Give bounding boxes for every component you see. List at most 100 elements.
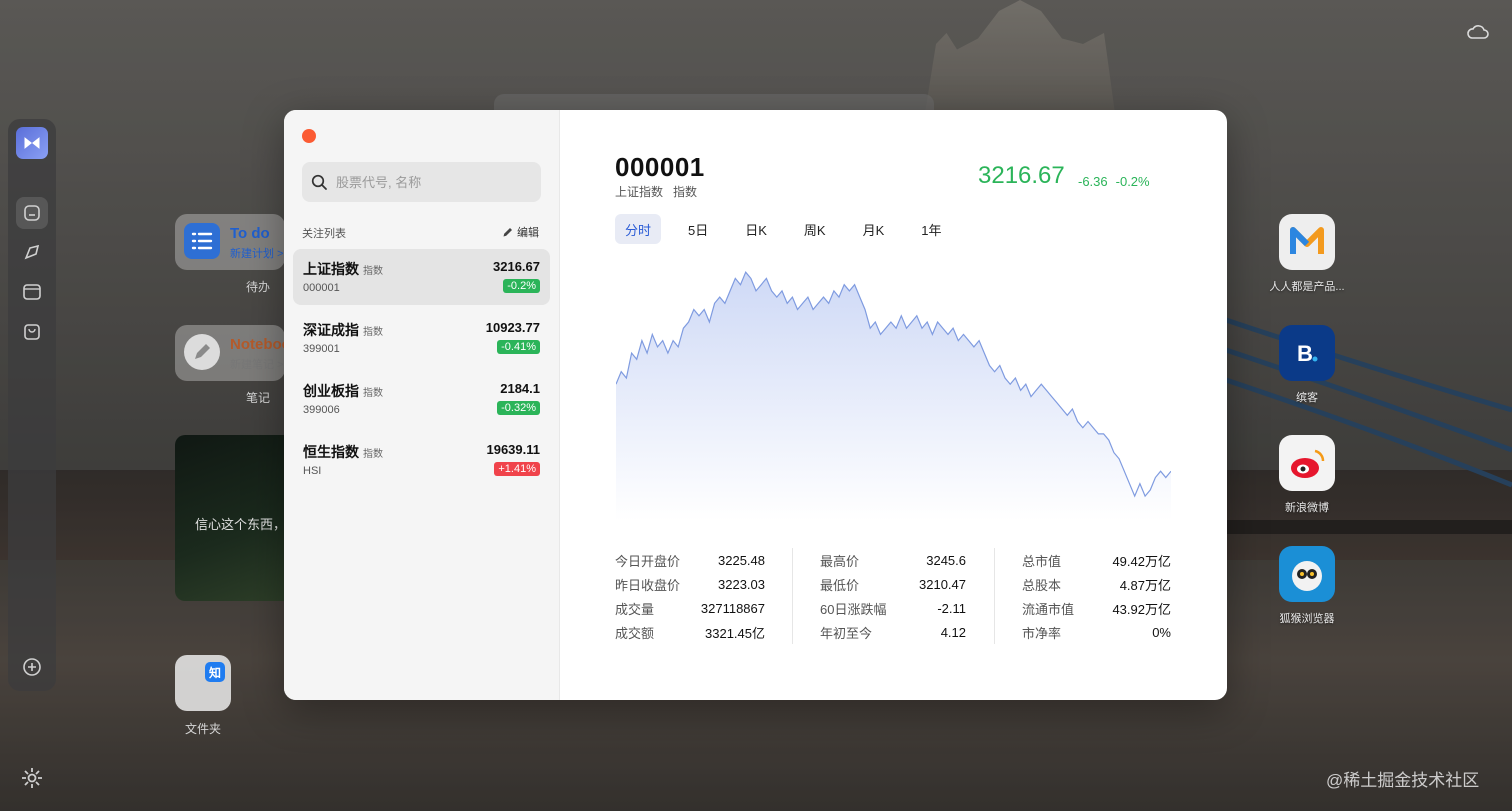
change-value: -6.36 (1078, 174, 1108, 189)
stock-price: 10923.77 (485, 320, 540, 335)
stat-value: 327118867 (700, 600, 765, 616)
tab-daily-k[interactable]: 日K (735, 214, 777, 244)
stat-row: 流通市值 43.92万亿 (1022, 596, 1171, 620)
cloud-icon[interactable] (1466, 22, 1490, 40)
stock-tag: 指数 (673, 185, 698, 199)
tab-5day[interactable]: 5日 (678, 214, 718, 244)
stock-change-badge: +1.41% (494, 462, 540, 476)
stock-item[interactable]: 恒生指数 指数 HSI 19639.11 +1.41% (293, 432, 550, 488)
stock-subtitle: 上证指数 指数 (615, 183, 697, 200)
stock-tag: 指数 (363, 327, 383, 338)
stat-value: 3245.6 (926, 552, 966, 568)
stock-item[interactable]: 创业板指 指数 399006 2184.1 -0.32% (293, 371, 550, 427)
add-icon[interactable] (21, 656, 43, 678)
stat-label: 总市值 (1022, 553, 1062, 569)
tab-intraday[interactable]: 分时 (615, 214, 662, 244)
close-button[interactable] (302, 129, 316, 143)
notebook-label: 笔记 (245, 391, 270, 405)
stock-name: 恒生指数 (303, 444, 359, 460)
weibo-logo-icon (1291, 449, 1325, 478)
stock-change-badge: -0.32% (497, 401, 540, 415)
stat-row: 总股本 4.87万亿 (1022, 572, 1171, 596)
stats-column: 总市值 49.42万亿 总股本 4.87万亿 流通市值 43.92万亿 市净率 0% (1022, 548, 1171, 646)
stat-value: 43.92万亿 (1112, 601, 1171, 617)
app-label-weibo: 新浪微博 (1285, 502, 1329, 514)
pencil-icon (184, 334, 220, 370)
stat-label: 成交量 (615, 601, 655, 617)
stat-label: 60日涨跌幅 (820, 601, 887, 617)
stock-change-badge: -0.2% (503, 279, 540, 293)
stats-column: 最高价 3245.6 最低价 3210.47 60日涨跌幅 -2.11 年初至今 4.1… (820, 548, 966, 646)
stat-label: 市净率 (1022, 625, 1062, 641)
stat-label: 今日开盘价 (615, 553, 681, 569)
stat-row: 年初至今 4.12 (820, 620, 966, 644)
app-tile-lemur[interactable] (1279, 546, 1335, 602)
period-tabs: 分时 5日 日K 周K 月K 1年 (615, 214, 969, 244)
stock-name: 上证指数 (615, 185, 664, 199)
stat-label: 昨日收盘价 (615, 577, 681, 593)
booking-logo-icon: B (1297, 341, 1318, 366)
home-icon[interactable] (21, 202, 43, 224)
stat-row: 今日开盘价 3225.48 (615, 548, 765, 572)
watchlist-sidebar: 关注列表 编辑 上证指数指数 000001 3216.67 -0.2% 深证成指… (284, 110, 560, 700)
stock-tag: 指数 (363, 388, 383, 399)
stat-label: 成交额 (615, 625, 655, 641)
stock-code: HSI (303, 465, 322, 477)
stock-price: 3216.67 (493, 259, 540, 274)
stats-column: 今日开盘价 3225.48 昨日收盘价 3223.03 成交量 327118867 成… (615, 548, 765, 646)
watchlist-title: 关注列表 (302, 228, 346, 240)
stat-label: 最高价 (820, 553, 860, 569)
stat-value: 3223.03 (718, 576, 765, 592)
stock-price: 2184.1 (500, 381, 540, 396)
stats-panel: 今日开盘价 3225.48 昨日收盘价 3223.03 成交量 327118867 成… (615, 548, 1175, 648)
stock-tag: 指数 (363, 449, 383, 460)
price-change: -6.36 -0.2% (1078, 174, 1150, 189)
stat-row: 最低价 3210.47 (820, 572, 966, 596)
stock-code: 399006 (303, 404, 340, 416)
stock-item[interactable]: 深证成指 指数 399001 10923.77 -0.41% (293, 310, 550, 366)
stat-value: 4.12 (940, 624, 966, 640)
stats-divider (792, 548, 793, 644)
app-tile-weibo[interactable] (1279, 435, 1335, 491)
stock-price: 19639.11 (486, 442, 540, 457)
stock-item[interactable]: 上证指数 指数 000001 3216.67 -0.2% (293, 249, 550, 305)
code-window-icon[interactable] (21, 281, 43, 303)
stat-label: 年初至今 (820, 625, 873, 641)
todo-title: To do (230, 225, 270, 242)
app-logo-icon[interactable] (16, 127, 48, 159)
stat-value: 3321.45亿 (705, 625, 765, 641)
stock-change-badge: -0.41% (497, 340, 540, 354)
zhihu-badge-icon: 知 (205, 662, 225, 682)
pm-logo-icon (1290, 227, 1324, 254)
checklist-icon (184, 223, 220, 259)
edit-button[interactable]: 编辑 (502, 224, 539, 240)
search-box[interactable] (302, 162, 541, 202)
app-tile-pm[interactable] (1279, 214, 1335, 270)
chart-area-fill (616, 272, 1171, 521)
bag-icon[interactable] (21, 321, 43, 343)
notebook-subtitle[interactable]: 新建笔记 > (230, 356, 283, 372)
tab-weekly-k[interactable]: 周K (794, 214, 836, 244)
stock-name: 上证指数 (303, 261, 359, 277)
settings-gear-icon[interactable] (20, 766, 44, 790)
stat-row: 最高价 3245.6 (820, 548, 966, 572)
stat-value: 3210.47 (919, 576, 966, 592)
todo-subtitle[interactable]: 新建计划 > (230, 245, 283, 261)
tab-1year[interactable]: 1年 (911, 214, 951, 244)
search-input[interactable] (336, 162, 536, 202)
background-window-edge (494, 94, 934, 110)
stock-name: 创业板指 (303, 383, 359, 399)
app-label-lemur: 狐猴浏览器 (1279, 613, 1335, 625)
folder-label: 文件夹 (184, 722, 221, 736)
compass-icon[interactable] (21, 241, 43, 263)
tab-monthly-k[interactable]: 月K (853, 214, 895, 244)
todo-label: 待办 (245, 280, 270, 294)
stat-row: 总市值 49.42万亿 (1022, 548, 1171, 572)
app-tile-booking[interactable]: B (1279, 325, 1335, 381)
stat-value: 3225.48 (718, 552, 765, 568)
intraday-chart[interactable] (616, 266, 1171, 521)
stat-value: 49.42万亿 (1112, 553, 1171, 569)
stat-row: 60日涨跌幅 -2.11 (820, 596, 966, 620)
stock-window: 关注列表 编辑 上证指数指数 000001 3216.67 -0.2% 深证成指… (284, 110, 1227, 700)
stat-label: 流通市值 (1022, 601, 1075, 617)
